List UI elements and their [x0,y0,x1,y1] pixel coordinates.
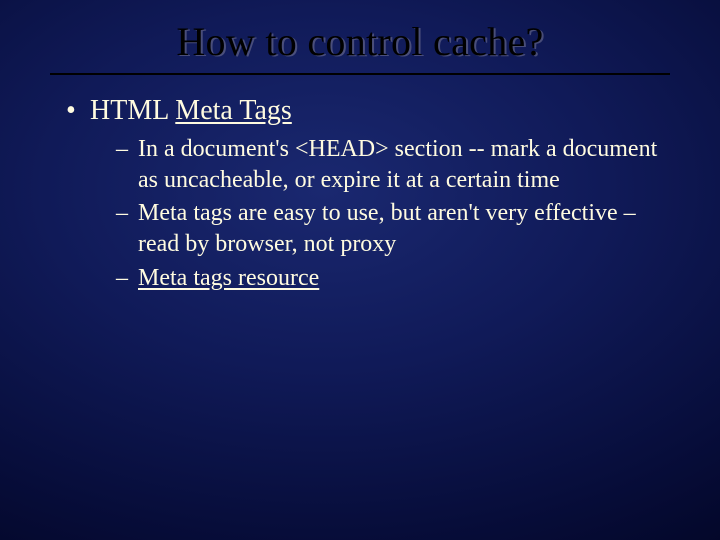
l1-text: HTML [90,95,175,126]
title-divider [50,73,670,75]
level2-list: In a document's <HEAD> section -- mark a… [90,128,662,294]
list-item: Meta tags resource [116,263,662,294]
l2-text: In a document's <HEAD> section -- mark a… [138,136,657,193]
slide-title: How to control cache? [50,18,670,71]
meta-tags-resource-link[interactable]: Meta tags resource [138,265,319,291]
level1-list: HTML Meta Tags In a document's <HEAD> se… [50,93,670,294]
l2-text: Meta tags are easy to use, but aren't ve… [138,200,636,257]
list-item: In a document's <HEAD> section -- mark a… [116,134,662,195]
meta-tags-link[interactable]: Meta Tags [175,95,292,126]
list-item: Meta tags are easy to use, but aren't ve… [116,198,662,259]
list-item: HTML Meta Tags In a document's <HEAD> se… [66,93,662,294]
slide: How to control cache? HTML Meta Tags In … [0,0,720,540]
